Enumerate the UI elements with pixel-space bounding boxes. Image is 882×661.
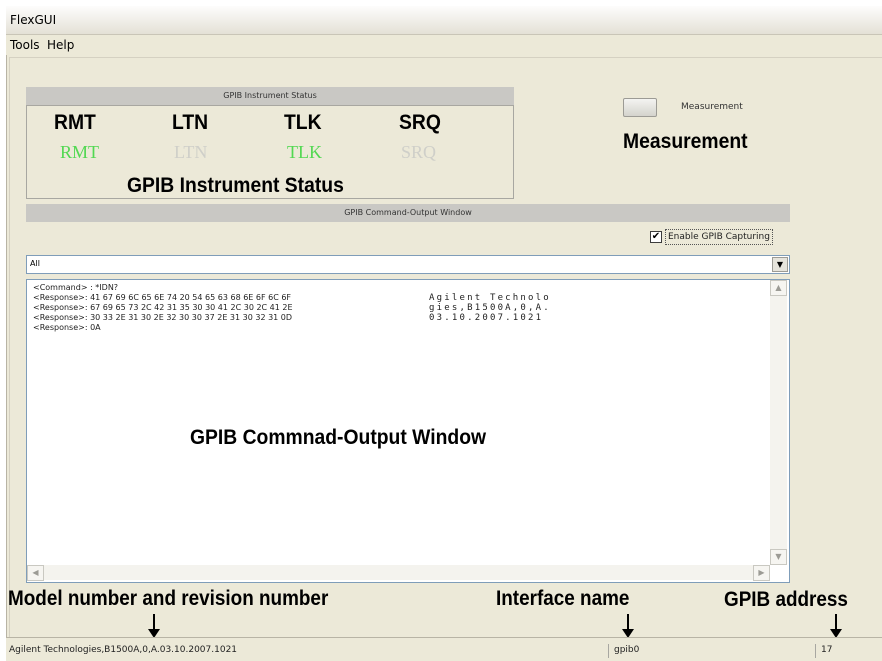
ascii-line-3: gies,B1500A,0,A. xyxy=(429,303,551,313)
rmt-indicator: RMT xyxy=(60,142,100,162)
command-window-header: GPIB Command-Output Window xyxy=(26,204,790,222)
scroll-down-icon[interactable]: ▼ xyxy=(770,549,787,565)
menu-tools[interactable]: Tools xyxy=(10,38,40,52)
output-line-2: <Response>: 41 67 69 6C 65 6E 74 20 54 6… xyxy=(33,293,292,302)
status-model: Agilent Technologies,B1500A,0,A.03.10.20… xyxy=(9,645,238,655)
annotation-address: GPIB address xyxy=(724,588,848,611)
window-title: FlexGUI xyxy=(10,13,57,27)
arrow-down-icon xyxy=(148,614,160,638)
ascii-line-2: Agilent Technolo xyxy=(429,293,551,303)
annotation-measurement: Measurement xyxy=(623,130,748,153)
annotation-ltn: LTN xyxy=(172,111,209,134)
status-interface: gpib0 xyxy=(614,645,640,655)
measurement-label: Measurement xyxy=(681,102,743,112)
menu-help[interactable]: Help xyxy=(47,38,74,52)
status-divider xyxy=(815,644,817,658)
chevron-down-icon[interactable]: ▼ xyxy=(772,257,788,272)
output-line-1: <Command> : *IDN? xyxy=(33,283,119,292)
status-address: 17 xyxy=(821,645,833,655)
arrow-down-icon xyxy=(622,614,634,638)
ltn-indicator: LTN xyxy=(174,142,208,162)
scroll-right-icon[interactable]: ▶ xyxy=(753,565,770,581)
menu-bar: Tools Help xyxy=(6,35,882,55)
output-line-3: <Response>: 67 69 65 73 2C 42 31 35 30 3… xyxy=(33,303,293,312)
scroll-up-icon[interactable]: ▲ xyxy=(770,280,787,296)
title-bar[interactable]: FlexGUI xyxy=(6,6,882,35)
enable-capture-label[interactable]: Enable GPIB Capturing xyxy=(665,229,773,245)
filter-dropdown[interactable]: All ▼ xyxy=(26,255,790,274)
annotation-gpib-status: GPIB Instrument Status xyxy=(127,174,344,197)
arrow-down-icon xyxy=(830,614,842,638)
annotation-srq: SRQ xyxy=(399,111,441,134)
filter-value: All xyxy=(30,259,40,268)
annotation-interface: Interface name xyxy=(496,587,630,610)
vertical-scrollbar[interactable]: ▲ ▼ xyxy=(770,280,787,565)
output-line-4: <Response>: 30 33 2E 31 30 2E 32 30 30 3… xyxy=(33,313,293,322)
tlk-indicator: TLK xyxy=(287,142,322,162)
horizontal-scrollbar[interactable]: ◀ ▶ xyxy=(27,565,770,581)
scroll-left-icon[interactable]: ◀ xyxy=(27,565,44,581)
ascii-line-4: 03.10.2007.1021 xyxy=(429,313,544,323)
annotation-tlk: TLK xyxy=(284,111,322,134)
enable-capture-checkbox[interactable]: ✔ xyxy=(650,231,662,243)
annotation-model: Model number and revision number xyxy=(8,587,329,610)
annotation-rmt: RMT xyxy=(54,111,96,134)
gpib-status-header: GPIB Instrument Status xyxy=(26,87,514,105)
srq-indicator: SRQ xyxy=(401,142,437,162)
status-divider xyxy=(608,644,610,658)
annotation-command-window: GPIB Commnad-Output Window xyxy=(190,426,487,449)
measurement-led xyxy=(623,98,657,117)
output-line-5: <Response>: 0A xyxy=(33,323,101,332)
